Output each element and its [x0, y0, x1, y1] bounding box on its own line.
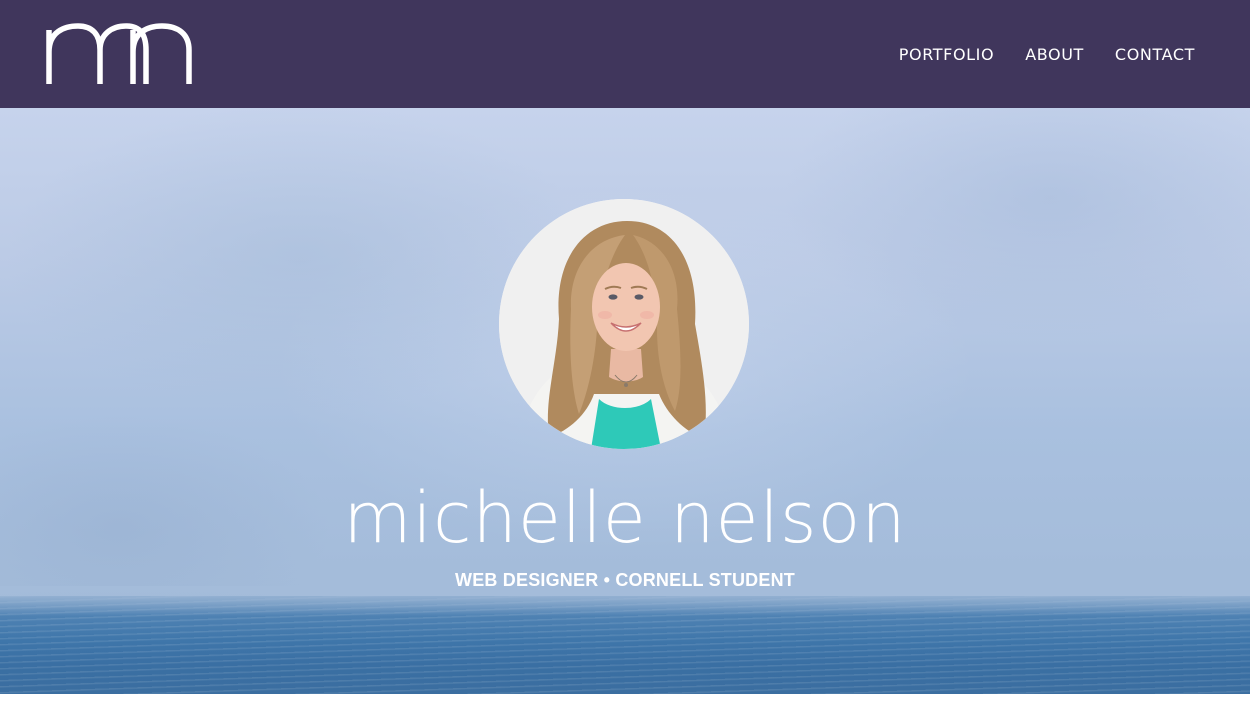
hero-section: michelle nelson WEB DESIGNER • CORNELL S… — [0, 108, 1250, 694]
nav-portfolio-link[interactable]: PORTFOLIO — [899, 45, 994, 64]
profile-photo-illustration — [499, 199, 749, 449]
nav-contact-link[interactable]: CONTACT — [1115, 45, 1195, 64]
logo[interactable] — [46, 22, 192, 84]
profile-photo — [499, 199, 749, 449]
site-header: PORTFOLIO ABOUT CONTACT — [0, 0, 1250, 108]
nav-about-link[interactable]: ABOUT — [1025, 45, 1084, 64]
hero-name-heading: michelle nelson — [343, 477, 907, 559]
main-nav: PORTFOLIO ABOUT CONTACT — [899, 0, 1195, 108]
hero-tagline: WEB DESIGNER • CORNELL STUDENT — [455, 570, 795, 590]
